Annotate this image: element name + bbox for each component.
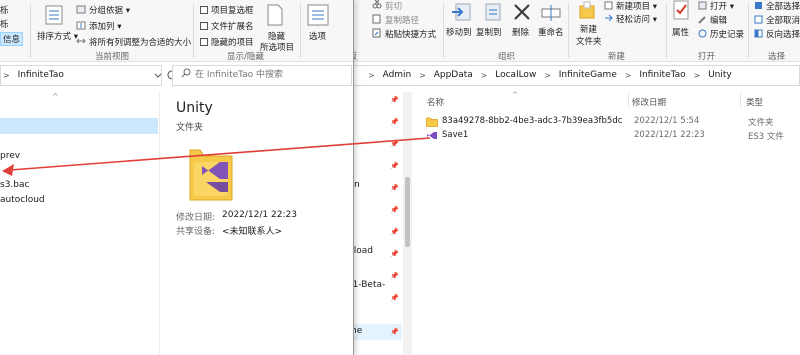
arrowhead-icon <box>2 164 14 176</box>
annotation-arrow <box>2 137 431 176</box>
